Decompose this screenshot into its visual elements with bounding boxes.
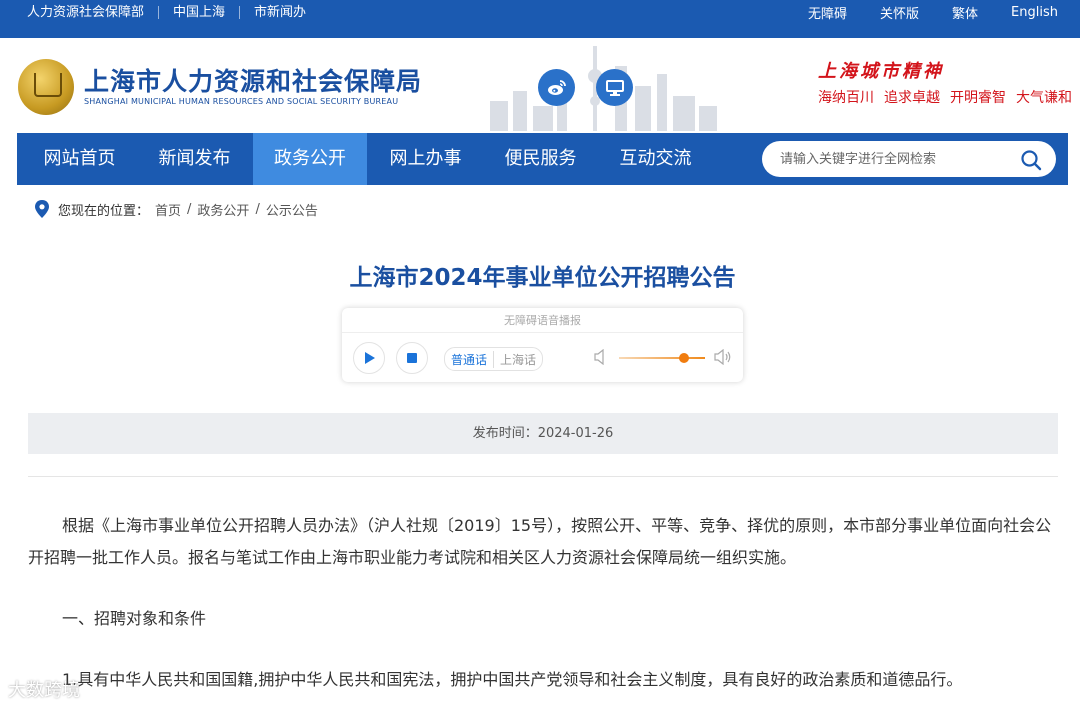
site-subtitle: SHANGHAI MUNICIPAL HUMAN RESOURCES AND S…: [84, 97, 399, 106]
breadcrumb-government-affairs[interactable]: 政务公开: [197, 200, 249, 219]
site-header: 上海市人力资源和社会保障局 SHANGHAI MUNICIPAL HUMAN R…: [0, 38, 1080, 133]
search-icon[interactable]: [1020, 149, 1042, 171]
stop-icon: [407, 353, 417, 363]
weibo-icon: [547, 80, 566, 95]
spirit-phrase: 开明睿智: [950, 90, 1006, 106]
breadcrumb-separator: /: [255, 201, 260, 217]
dialect-switch: 普通话 上海话: [444, 347, 544, 371]
nav-item-online-services[interactable]: 网上办事: [373, 133, 478, 185]
emblem-logo[interactable]: [18, 59, 74, 115]
location-pin-icon: [35, 200, 49, 218]
nav-item-home[interactable]: 网站首页: [27, 133, 132, 185]
top-link-china-shanghai[interactable]: 中国上海: [158, 5, 239, 19]
volume-slider-handle[interactable]: [678, 353, 689, 363]
top-link-news-office[interactable]: 市新闻办: [239, 5, 320, 19]
nav-item-public-services[interactable]: 便民服务: [488, 133, 593, 185]
article-paragraph: 根据《上海市事业单位公开招聘人员办法》（沪人社规〔2019〕15号），按照公开、…: [28, 516, 1052, 567]
search-input[interactable]: [780, 149, 1010, 169]
article-section-heading: 一、招聘对象和条件: [62, 609, 207, 628]
top-bar: 人力资源社会保障部 中国上海 市新闻办 无障碍 关怀版 繁体 English: [0, 0, 1080, 38]
volume-low-icon[interactable]: [594, 349, 608, 365]
breadcrumb-home[interactable]: 首页: [155, 200, 181, 219]
city-spirit-phrases: 海纳百川 追求卓越 开明睿智 大气谦和: [818, 87, 1072, 107]
article-paragraph: 1.具有中华人民共和国国籍,拥护中华人民共和国宪法，拥护中国共产党领导和社会主义…: [62, 670, 963, 689]
volume-high-icon[interactable]: [714, 349, 732, 365]
accessibility-link[interactable]: 无障碍: [808, 3, 847, 22]
nav-item-news[interactable]: 新闻发布: [142, 133, 247, 185]
nav-item-government-affairs[interactable]: 政务公开: [253, 133, 367, 185]
play-button[interactable]: [353, 342, 385, 374]
site-title[interactable]: 上海市人力资源和社会保障局: [84, 62, 422, 98]
play-icon: [365, 352, 375, 364]
player-divider: [342, 332, 743, 333]
voice-player: 无障碍语音播报 普通话 上海话: [342, 308, 743, 382]
player-title: 无障碍语音播报: [504, 314, 581, 327]
article-title: 上海市2024年事业单位公开招聘公告: [349, 265, 736, 291]
city-spirit-title: 上海城市精神: [818, 61, 944, 82]
breadcrumb-announcements[interactable]: 公示公告: [266, 200, 318, 219]
publish-time: 发布时间：2024-01-26: [28, 413, 1058, 454]
monitor-icon: [605, 79, 624, 96]
english-link[interactable]: English: [1011, 5, 1058, 20]
top-links-right: 无障碍 关怀版 繁体 English: [808, 0, 1058, 24]
search-box: [762, 141, 1056, 177]
spirit-phrase: 海纳百川: [818, 90, 874, 106]
top-links-left: 人力资源社会保障部 中国上海 市新闻办: [27, 0, 320, 24]
elderly-mode-link[interactable]: 关怀版: [880, 3, 919, 22]
content-divider: [28, 476, 1058, 477]
dialect-mandarin[interactable]: 普通话: [451, 350, 495, 368]
top-link-mohrss[interactable]: 人力资源社会保障部: [27, 6, 158, 19]
nav-item-interaction[interactable]: 互动交流: [603, 133, 708, 185]
main-nav: 网站首页 新闻发布 政务公开 网上办事 便民服务 互动交流: [17, 133, 1068, 185]
weibo-button[interactable]: [538, 69, 575, 106]
breadcrumb: 您现在的位置： 首页 / 政务公开 / 公示公告: [34, 200, 318, 219]
volume-slider[interactable]: [619, 357, 705, 359]
breadcrumb-label: 您现在的位置：: [58, 203, 150, 219]
breadcrumb-separator: /: [187, 201, 192, 217]
watermark: 大数跨境: [8, 680, 80, 701]
desktop-button[interactable]: [596, 69, 633, 106]
spirit-phrase: 大气谦和: [1016, 90, 1072, 106]
spirit-phrase: 追求卓越: [884, 90, 940, 106]
dialect-shanghainese[interactable]: 上海话: [494, 351, 536, 368]
traditional-chinese-link[interactable]: 繁体: [952, 3, 978, 22]
stop-button[interactable]: [396, 342, 428, 374]
